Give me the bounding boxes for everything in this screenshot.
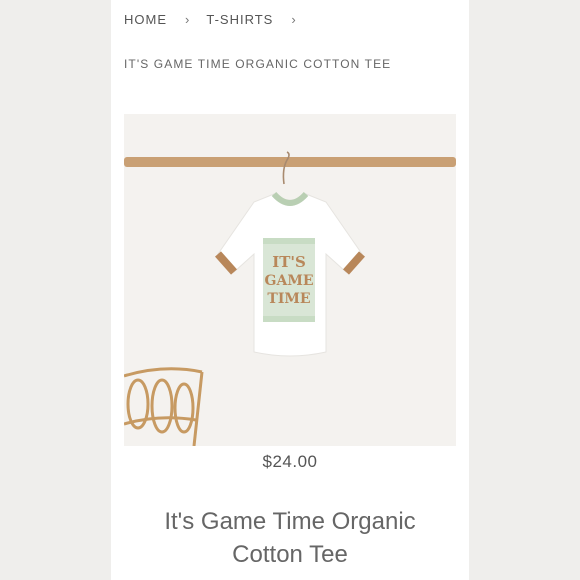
product-photo-illustration: IT'S GAME TIME bbox=[124, 114, 456, 446]
breadcrumb-home-link[interactable]: HOME bbox=[124, 12, 167, 27]
breadcrumb: HOME › T-SHIRTS › bbox=[124, 12, 313, 27]
product-image[interactable]: IT'S GAME TIME bbox=[124, 114, 456, 446]
breadcrumb-separator: › bbox=[291, 12, 297, 27]
breadcrumb-category-link[interactable]: T-SHIRTS bbox=[206, 12, 273, 27]
product-title: It's Game Time Organic Cotton Tee bbox=[111, 505, 469, 571]
product-title-line1: It's Game Time Organic bbox=[164, 508, 416, 535]
breadcrumb-current-page: IT'S GAME TIME ORGANIC COTTON TEE bbox=[124, 57, 392, 71]
shirt-print-line2: GAME bbox=[265, 273, 314, 289]
shirt-print-line3: TIME bbox=[267, 291, 310, 307]
breadcrumb-separator: › bbox=[185, 12, 191, 27]
product-title-line2: Cotton Tee bbox=[232, 541, 348, 568]
product-price: $24.00 bbox=[262, 452, 318, 471]
clothing-rod bbox=[124, 157, 456, 167]
shirt-print-line1: IT'S bbox=[272, 253, 306, 271]
